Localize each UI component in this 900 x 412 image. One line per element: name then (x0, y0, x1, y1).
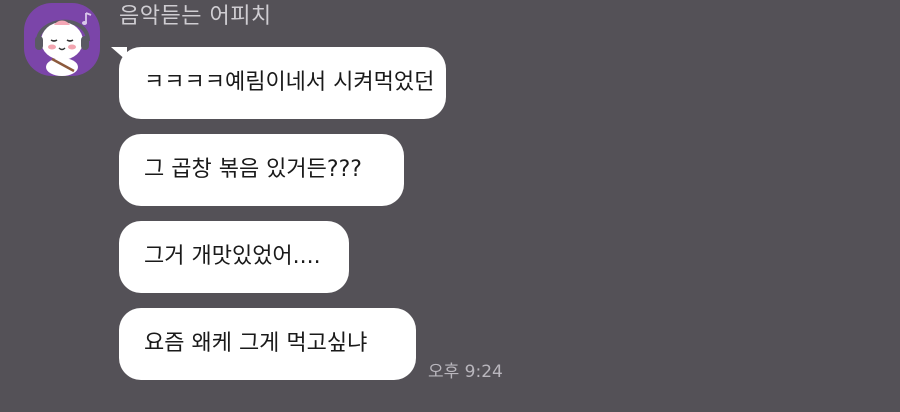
sender-name: 음악듣는 어피치 (119, 4, 272, 29)
apeach-with-headphones-icon (35, 12, 92, 76)
message-text: 요즘 왜케 그게 먹고싶냐 (144, 331, 368, 356)
message-bubble[interactable]: 요즘 왜케 그게 먹고싶냐 (119, 308, 416, 380)
message-text: 그거 개맛있었어.... (144, 244, 321, 269)
message-bubble[interactable]: 그거 개맛있었어.... (119, 221, 349, 293)
profile-avatar[interactable] (24, 3, 100, 76)
message-timestamp: 오후 9:24 (428, 362, 503, 382)
message-bubble[interactable]: ㅋㅋㅋㅋ예림이네서 시켜먹었던 (111, 47, 446, 119)
message-text: 그 곱창 볶음 있거든??? (144, 157, 362, 182)
chat-area: 음악듣는 어피치 ㅋㅋㅋㅋ예림이네서 시켜먹었던 그 곱창 볶음 있거든??? … (0, 0, 900, 412)
message-text: ㅋㅋㅋㅋ예림이네서 시켜먹었던 (144, 70, 435, 95)
message-bubble[interactable]: 그 곱창 볶음 있거든??? (119, 134, 404, 206)
